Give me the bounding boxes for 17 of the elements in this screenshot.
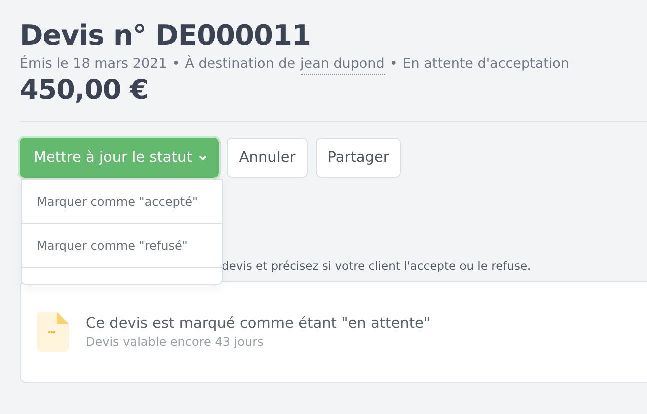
action-button[interactable]: Partager <box>316 138 402 178</box>
quote-amount: 450,00 € <box>20 75 150 107</box>
menu-item[interactable]: Marquer comme "accepté" <box>22 180 222 224</box>
quote-status: En attente d'acceptation <box>402 55 570 74</box>
chevron-down-icon <box>198 153 208 163</box>
quote-title: Devis n° DE000011 <box>20 18 312 54</box>
bullet-separator: • <box>390 55 398 74</box>
menu-item[interactable]: Marquer comme "refusé" <box>22 224 222 268</box>
hint-text: devis et précisez si votre client l'accepte ou le refuse. <box>222 258 532 274</box>
bullet-separator: • <box>172 55 180 74</box>
validity-text: Devis valable encore 43 jours <box>86 334 265 348</box>
document-icon <box>37 312 69 352</box>
recipient-label: À destination de <box>185 54 296 74</box>
client-link[interactable]: jean dupond <box>300 54 385 75</box>
action-button[interactable]: Annuler <box>227 138 308 178</box>
issue-date: Émis le 18 mars 2021 <box>20 54 168 74</box>
status-title: Ce devis est marqué comme étant "en attente" <box>86 316 431 332</box>
